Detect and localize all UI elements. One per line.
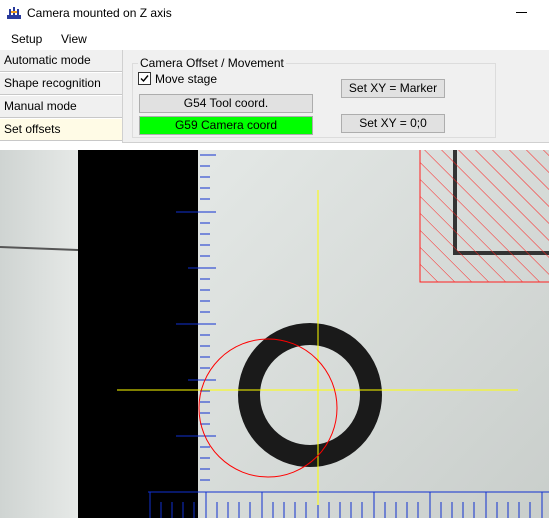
camera-view[interactable] (0, 150, 549, 518)
tab-shape-recognition[interactable]: Shape recognition (0, 73, 122, 95)
offsets-panel: Camera Offset / Movement Move stage G54 … (122, 50, 549, 143)
camera-image (0, 150, 549, 518)
tab-manual-mode[interactable]: Manual mode (0, 96, 122, 118)
hatched-zone (420, 150, 549, 282)
g54-tool-coord-button[interactable]: G54 Tool coord. (139, 94, 313, 113)
title-bar: Camera mounted on Z axis (0, 0, 549, 26)
masked-area (78, 150, 198, 518)
menu-view[interactable]: View (61, 32, 87, 46)
left-image-strip (0, 150, 78, 518)
menu-setup[interactable]: Setup (11, 32, 42, 46)
tab-label: Shape recognition (4, 76, 101, 90)
menu-bar: Setup View (0, 28, 549, 50)
app-icon (6, 5, 22, 21)
tab-label: Automatic mode (4, 53, 91, 67)
camera-offset-group: Camera Offset / Movement Move stage G54 … (132, 56, 496, 138)
group-title: Camera Offset / Movement (138, 56, 286, 70)
set-xy-zero-button[interactable]: Set XY = 0;0 (341, 114, 445, 133)
move-stage-label[interactable]: Move stage (155, 72, 217, 86)
minimize-icon[interactable] (516, 12, 527, 13)
tab-automatic-mode[interactable]: Automatic mode (0, 50, 122, 72)
tab-label: Manual mode (4, 99, 77, 113)
move-stage-checkbox[interactable] (138, 72, 151, 85)
g59-camera-coord-button[interactable]: G59 Camera coord (139, 116, 313, 135)
tab-set-offsets[interactable]: Set offsets (0, 119, 122, 141)
checkmark-icon (140, 75, 149, 83)
tab-label: Set offsets (4, 122, 61, 136)
window-title: Camera mounted on Z axis (27, 6, 172, 20)
set-xy-marker-button[interactable]: Set XY = Marker (341, 79, 445, 98)
